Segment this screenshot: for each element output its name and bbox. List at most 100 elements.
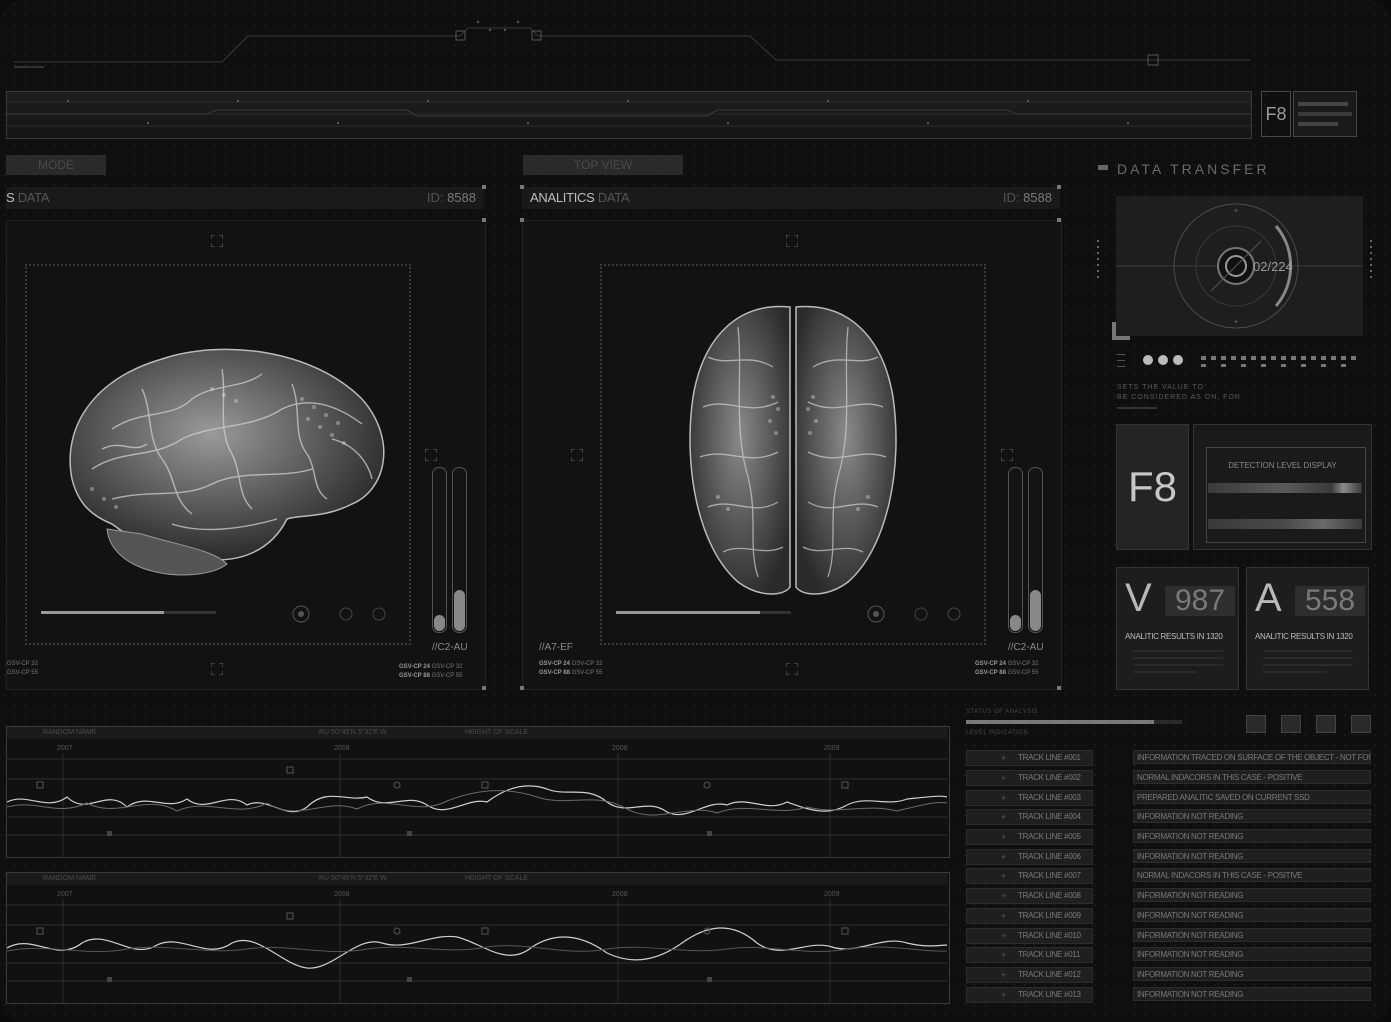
- slider-fill: [434, 615, 445, 631]
- status-button-2[interactable]: [1281, 715, 1301, 733]
- data-transfer-title: DATA TRANSFER: [1117, 161, 1270, 177]
- track-row[interactable]: + TRACK LINE #004: [966, 809, 1093, 825]
- brain-top-view-image: [678, 297, 908, 607]
- info-row: PREPARED ANALITIC SAVED ON CURRENT SSD: [1133, 790, 1371, 804]
- stat-card-a: A 558 ANALITIC RESULTS IN 1320: [1246, 567, 1369, 690]
- track-row[interactable]: + TRACK LINE #006: [966, 849, 1093, 865]
- track-row[interactable]: + TRACK LINE #013: [966, 987, 1093, 1003]
- waveform-graph-2: RANDOM NAME RU 50°45'N 5°32'E W HEIGHT OF …: [6, 872, 950, 1004]
- info-row: INFORMATION NOT READING: [1133, 888, 1371, 902]
- tab-mode[interactable]: MODE: [6, 155, 106, 175]
- slider-fill: [1030, 590, 1041, 631]
- left-progress-fill: [41, 611, 164, 614]
- right-panel-title: ANALITICS DATA: [530, 190, 630, 205]
- right-progress-track: [616, 611, 791, 614]
- stat-letter: A: [1255, 576, 1282, 620]
- left-gsv-codes: GSV-CP 32 GSV-CP 55: [7, 661, 38, 676]
- track-row[interactable]: + TRACK LINE #011: [966, 947, 1093, 963]
- focus-bracket-icon: [211, 235, 223, 247]
- corner-bracket-icon: [1112, 322, 1130, 340]
- stat-value: 987: [1165, 586, 1235, 616]
- left-panel-tag: //C2-AU: [432, 642, 468, 653]
- slider-fill: [454, 590, 465, 631]
- track-row[interactable]: + TRACK LINE #010: [966, 928, 1093, 944]
- detection-label: DETECTION LEVEL DISPLAY: [1228, 461, 1337, 470]
- info-row: NORMAL INDACORS IN THIS CASE - POSITIVE: [1133, 770, 1371, 784]
- info-row: INFORMATION NOT READING: [1133, 829, 1371, 843]
- right-panel-id: ID: 8588: [1002, 190, 1052, 205]
- stat-letter: V: [1125, 576, 1152, 620]
- right-panel-tag: //C2-AU: [1008, 642, 1044, 653]
- mini-status-card: [1293, 91, 1357, 137]
- track-row[interactable]: + TRACK LINE #009: [966, 908, 1093, 924]
- right-level-slider-1[interactable]: [1008, 467, 1023, 633]
- right-level-slider-2[interactable]: [1028, 467, 1043, 633]
- track-row[interactable]: + TRACK LINE #012: [966, 967, 1093, 983]
- detection-bar-1: [1208, 483, 1362, 493]
- info-row: INFORMATION TRACED ON SURFACE OF THE OBJ…: [1133, 750, 1371, 764]
- track-row[interactable]: + TRACK LINE #001: [966, 750, 1093, 766]
- divider: [1117, 407, 1157, 409]
- info-row: INFORMATION NOT READING: [1133, 947, 1371, 961]
- left-progress-track: [41, 611, 216, 614]
- status-progress-fill: [966, 720, 1154, 724]
- status-button-4[interactable]: [1351, 715, 1371, 733]
- left-panel-header: S DATA ID: 8588: [6, 187, 484, 209]
- status-button-1[interactable]: [1246, 715, 1266, 733]
- right-gsv-codes-right: GSV-CP 24 GSV-CP 32 GSV-CP 88 GSV-CP 55: [975, 661, 1039, 676]
- f8-key-small[interactable]: F8: [1261, 91, 1291, 137]
- level-label: LEVEL INDICATION: [966, 730, 1029, 736]
- focus-bracket-icon: [425, 449, 437, 461]
- left-level-slider-2[interactable]: [452, 467, 467, 633]
- tab-top-view[interactable]: TOP VIEW: [523, 155, 683, 175]
- track-row[interactable]: + TRACK LINE #007: [966, 868, 1093, 884]
- waveform-graph-1: RANDOM NAME RU 50°45'N 5°32'E W HEIGHT OF …: [6, 726, 950, 858]
- right-gsv-codes-left: GSV-CP 24 GSV-CP 32 GSV-CP 88 GSV-CP 55: [539, 661, 603, 676]
- info-row: INFORMATION NOT READING: [1133, 928, 1371, 942]
- focus-bracket-icon: [571, 449, 583, 461]
- focus-bracket-icon: [211, 663, 223, 675]
- focus-bracket-icon: [786, 663, 798, 675]
- stat-value: 558: [1295, 586, 1365, 616]
- info-row: INFORMATION NOT READING: [1133, 908, 1371, 922]
- right-brain-panel: //A7-EF //C2-AU GSV-CP 24 GSV-CP 32 GSV-C…: [522, 220, 1062, 690]
- info-row: INFORMATION NOT READING: [1133, 809, 1371, 823]
- slider-fill: [1010, 615, 1021, 631]
- data-transfer-radar: + + 02/224: [1116, 196, 1363, 336]
- track-row[interactable]: + TRACK LINE #008: [966, 888, 1093, 904]
- status-label: STATUS OF ANALYSIS: [966, 709, 1039, 715]
- indicator-dots: [1117, 354, 1356, 367]
- track-row[interactable]: + TRACK LINE #003: [966, 790, 1093, 806]
- info-row: INFORMATION NOT READING: [1133, 849, 1371, 863]
- left-level-slider-1[interactable]: [432, 467, 447, 633]
- stat-text-lines: [1133, 650, 1223, 678]
- stat-card-v: V 987 ANALITIC RESULTS IN 1320: [1116, 567, 1239, 690]
- top-frame-line: [14, 20, 1250, 68]
- svg-text:+: +: [1234, 317, 1239, 326]
- stat-caption: ANALITIC RESULTS IN 1320: [1125, 632, 1223, 641]
- right-panel-tag-left: //A7-EF: [539, 642, 573, 653]
- status-button-3[interactable]: [1316, 715, 1336, 733]
- side-dots-left: [1097, 240, 1099, 278]
- transfer-counter: 02/224: [1253, 259, 1293, 274]
- stat-caption: ANALITIC RESULTS IN 1320: [1255, 632, 1353, 641]
- info-row: INFORMATION NOT READING: [1133, 967, 1371, 981]
- right-control-icons[interactable]: [866, 604, 966, 624]
- svg-text:+: +: [1234, 206, 1239, 215]
- detection-bar-2: [1208, 519, 1362, 529]
- focus-bracket-icon: [1001, 449, 1013, 461]
- f8-key-large[interactable]: F8: [1116, 424, 1189, 550]
- left-control-icons[interactable]: [291, 604, 391, 624]
- brain-side-view-image: [52, 329, 392, 589]
- hud-screen: F8 MODE TOP VIEW S DATA ID: 8588 //C2-AU…: [0, 0, 1391, 1022]
- stat-text-lines: [1263, 650, 1353, 678]
- status-progress-track: [966, 720, 1182, 724]
- info-row: INFORMATION NOT READING: [1133, 987, 1371, 1001]
- track-row[interactable]: + TRACK LINE #002: [966, 770, 1093, 786]
- right-progress-fill: [616, 611, 760, 614]
- left-panel-title: S DATA: [6, 190, 50, 205]
- right-panel-header: ANALITICS DATA ID: 8588: [522, 187, 1060, 209]
- track-row[interactable]: + TRACK LINE #005: [966, 829, 1093, 845]
- left-panel-id: ID: 8588: [426, 190, 476, 205]
- left-gsv-codes-right: GSV-CP 24 GSV-CP 32 GSV-CP 88 GSV-CP 55: [399, 664, 463, 679]
